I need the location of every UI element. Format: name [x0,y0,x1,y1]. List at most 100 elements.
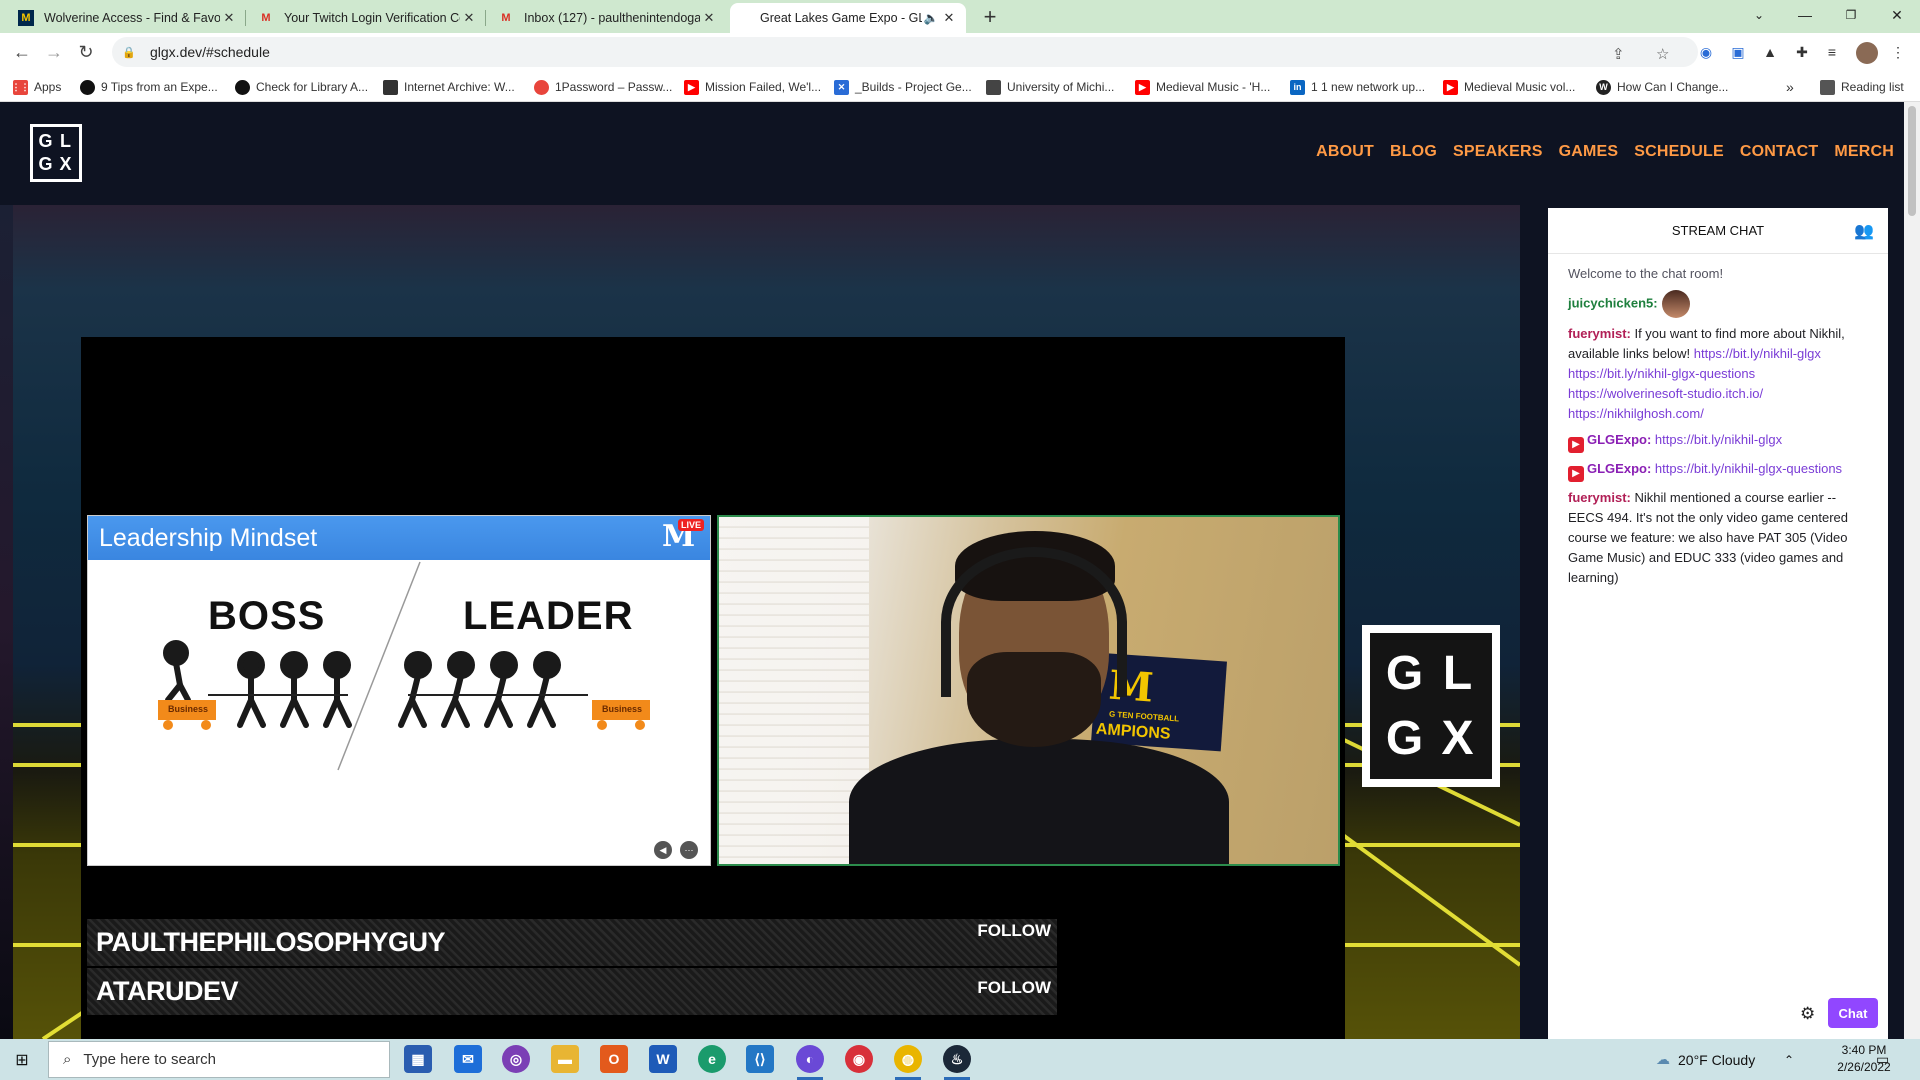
new-tab-button[interactable]: + [976,3,1004,31]
tray-chevron-icon[interactable]: ⌃ [1784,1039,1794,1080]
nav-schedule[interactable]: SCHEDULE [1634,143,1724,161]
slide-title-bar: Leadership Mindset M LIVE [88,516,710,560]
chat-settings-gear-icon[interactable]: ⚙ [1800,1004,1815,1024]
scrollbar-thumb[interactable] [1908,106,1916,216]
browser-tab[interactable]: M Inbox (127) - paulthenintendoga ✕ [490,3,726,33]
browser-toolbar: ← → ↻ 🔒 glgx.dev/#schedule ⇪ ☆ ◉ ▣ ▲ ✚ ≡… [0,33,1920,71]
chat-username[interactable]: GLGExpo: [1587,432,1651,447]
vscode-icon[interactable]: ⟨⟩ [746,1045,774,1073]
chat-username[interactable]: fuerymist: [1568,326,1631,341]
chat-message: ▶ GLGExpo: https://bit.ly/nikhil-glgx [1568,430,1868,453]
chat-message: juicychicken5: [1568,290,1868,318]
share-icon[interactable]: ⇪ [1612,45,1625,63]
minimize-button[interactable]: — [1782,0,1828,30]
bookmark-item[interactable]: ▶ Medieval Music - 'H... [1135,78,1270,96]
nav-contact[interactable]: CONTACT [1740,143,1818,161]
tab-audio-icon[interactable]: 🔈 [922,11,940,25]
chat-link[interactable]: https://bit.ly/nikhil-glgx-questions [1655,461,1842,476]
weather-widget[interactable]: ☁ 20°F Cloudy [1656,1039,1755,1080]
nav-speakers[interactable]: SPEAKERS [1453,143,1543,161]
tab-search-icon[interactable]: ⌄ [1736,0,1782,30]
close-tab-icon[interactable]: ✕ [460,10,478,26]
browser-tab-bar: M Wolverine Access - Find & Favori ✕ M Y… [0,0,1920,33]
reload-icon[interactable]: ↻ [72,38,100,66]
bookmark-item[interactable]: ▶ Medieval Music vol... [1443,78,1575,96]
menu-kebab-icon[interactable]: ⋮ [1888,42,1908,62]
bookmark-item[interactable]: W How Can I Change... [1596,78,1728,96]
follow-button[interactable]: FOLLOW [977,978,1051,998]
search-icon: ⌕ [63,1051,72,1068]
page-scrollbar[interactable] [1904,102,1920,1039]
extension-icon[interactable]: ▣ [1728,42,1748,62]
nav-games[interactable]: GAMES [1559,143,1619,161]
extension-icon[interactable]: ◉ [1696,42,1716,62]
more-options-icon[interactable]: ⋯ [680,841,698,859]
browser-tab[interactable]: M Wolverine Access - Find & Favori ✕ [10,3,246,33]
edge-icon[interactable]: e [698,1045,726,1073]
windows-start-icon[interactable]: ⊞ [0,1039,44,1080]
nav-about[interactable]: ABOUT [1316,143,1374,161]
bookmark-star-icon[interactable]: ☆ [1656,45,1669,63]
mail-icon[interactable]: ✉ [454,1045,482,1073]
chat-username[interactable]: GLGExpo: [1587,461,1651,476]
chat-username[interactable]: fuerymist: [1568,490,1631,505]
media-control-icon[interactable]: ≡ [1822,42,1842,62]
umich-favicon-icon: M [18,10,34,26]
chat-link[interactable]: https://bit.ly/nikhil-glgx [1655,432,1782,447]
chat-link[interactable]: https://nikhilghosh.com/ [1568,406,1704,421]
chat-message: ▶ GLGExpo: https://bit.ly/nikhil-glgx-que… [1568,459,1868,482]
bookmark-item[interactable]: Internet Archive: W... [383,78,515,96]
nav-merch[interactable]: MERCH [1834,143,1894,161]
speaker-hoodie [849,739,1229,864]
extension-icon[interactable]: ▲ [1760,42,1780,62]
bookmark-item[interactable]: 9 Tips from an Expe... [80,78,218,96]
users-icon[interactable]: 👥 [1854,221,1874,241]
notifications-icon[interactable]: ▭ [1876,1039,1889,1080]
volume-icon[interactable]: ◀ [654,841,672,859]
discord-icon[interactable]: ◐ [796,1045,824,1073]
close-tab-icon[interactable]: ✕ [700,10,718,26]
app-icon[interactable]: ◉ [845,1045,873,1073]
profile-avatar[interactable] [1856,42,1878,64]
browser-tab-active[interactable]: Great Lakes Game Expo - GL 🔈 ✕ [730,3,966,33]
word-icon[interactable]: W [649,1045,677,1073]
headphones [941,547,1127,697]
follow-button[interactable]: FOLLOW [977,921,1051,941]
file-explorer-icon[interactable]: ▬ [551,1045,579,1073]
bookmark-item[interactable]: University of Michi... [986,78,1114,96]
nav-blog[interactable]: BLOG [1390,143,1437,161]
chat-username[interactable]: juicychicken5: [1568,295,1658,310]
office-icon[interactable]: O [600,1045,628,1073]
store-icon[interactable]: ▦ [404,1045,432,1073]
bookmark-item[interactable]: 1Password – Passw... [534,78,672,96]
restore-button[interactable]: ❐ [1828,0,1874,30]
chat-link[interactable]: https://bit.ly/nikhil-glgx-questions [1568,366,1755,381]
close-tab-icon[interactable]: ✕ [940,10,958,26]
glgx-logo[interactable]: GL GX [30,124,82,182]
browser-tab[interactable]: M Your Twitch Login Verification Co ✕ [250,3,486,33]
url-text[interactable]: glgx.dev/#schedule [150,44,270,60]
steam-icon[interactable]: ♨ [943,1045,971,1073]
back-icon[interactable]: ← [8,38,36,66]
page-content: GL GX ABOUT BLOG SPEAKERS GAMES SCHEDULE… [0,102,1904,1039]
chat-message-list: Welcome to the chat room! juicychicken5:… [1548,254,1888,588]
gmail-favicon-icon: M [261,12,271,24]
forward-icon[interactable]: → [40,38,68,66]
chat-link[interactable]: https://wolverinesoft-studio.itch.io/ [1568,386,1763,401]
extensions-puzzle-icon[interactable]: ✚ [1792,42,1812,62]
app-icon[interactable]: ◎ [502,1045,530,1073]
taskbar-search[interactable]: ⌕ Type here to search [48,1041,390,1078]
bookmark-apps[interactable]: ⋮⋮ Apps [12,78,61,96]
close-window-button[interactable]: ✕ [1874,0,1920,30]
address-bar[interactable]: 🔒 glgx.dev/#schedule ⇪ ☆ [112,37,1698,67]
bookmark-item[interactable]: Check for Library A... [235,78,368,96]
chat-send-button[interactable]: Chat [1828,998,1878,1028]
chrome-icon[interactable]: ◍ [894,1045,922,1073]
bookmark-item[interactable]: ▶ Mission Failed, We'l... [684,78,821,96]
bookmark-item[interactable]: ✕ _Builds - Project Ge... [834,78,972,96]
close-tab-icon[interactable]: ✕ [220,10,238,26]
chat-link[interactable]: https://bit.ly/nikhil-glgx [1694,346,1821,361]
bookmark-item[interactable]: in 1 1 new network up... [1290,78,1425,96]
reading-list-button[interactable]: Reading list [1820,78,1904,96]
more-bookmarks-icon[interactable]: » [1786,78,1794,96]
